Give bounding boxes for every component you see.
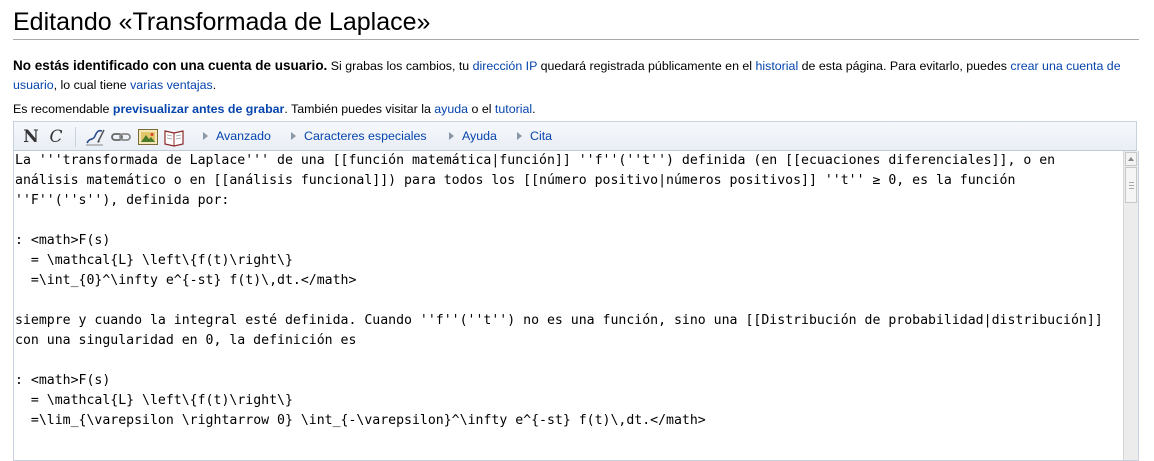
wikitext-editor[interactable]: La '''transformada de Laplace''' de una … — [13, 151, 1139, 461]
toolbar-group-advanced[interactable]: Avanzado — [203, 122, 271, 150]
reference-icon[interactable] — [163, 127, 185, 147]
edit-toolbar: N C Avanzado Caracteres especiales Ayuda… — [13, 121, 1137, 151]
bold-button[interactable]: N — [23, 127, 39, 147]
triangle-right-icon — [449, 132, 454, 140]
hint-text-4: . — [532, 102, 536, 116]
hint-text-1: Es recomendable — [13, 102, 113, 116]
triangle-right-icon — [517, 132, 522, 140]
notice-text-3: de esta página. Para evitarlo, puedes — [798, 59, 1011, 73]
toolbar-group-cite[interactable]: Cita — [517, 122, 552, 150]
toolbar-group-label: Caracteres especiales — [304, 129, 427, 143]
anonymous-notice: No estás identificado con una cuenta de … — [13, 56, 1131, 95]
toolbar-group-label: Avanzado — [216, 129, 271, 143]
preview-hint: Es recomendable previsualizar antes de g… — [13, 100, 1131, 119]
wikitext-content[interactable]: La '''transformada de Laplace''' de una … — [15, 151, 1119, 431]
notice-text-1: Si grabas los cambios, tu — [327, 59, 473, 73]
triangle-right-icon — [203, 132, 208, 140]
page-title: Editando «Transformada de Laplace» — [13, 6, 1139, 40]
toolbar-group-special-characters[interactable]: Caracteres especiales — [291, 122, 427, 150]
notice-text-4: , lo cual tiene — [53, 78, 131, 92]
scroll-up-arrow-icon[interactable] — [1125, 152, 1137, 166]
toolbar-group-help[interactable]: Ayuda — [449, 122, 497, 150]
notice-bold: No estás identificado con una cuenta de … — [13, 58, 328, 73]
notice-text-2: quedará registrada públicamente en el — [537, 59, 756, 73]
help-link[interactable]: ayuda — [434, 102, 468, 116]
tutorial-link[interactable]: tutorial — [495, 102, 532, 116]
triangle-right-icon — [291, 132, 296, 140]
link-icon[interactable] — [110, 127, 132, 147]
notice-text-5: . — [212, 78, 217, 92]
scrollbar-thumb[interactable] — [1125, 167, 1137, 203]
editor-scrollbar[interactable] — [1123, 151, 1138, 460]
toolbar-group-label: Ayuda — [462, 129, 497, 143]
ip-address-link[interactable]: dirección IP — [473, 59, 538, 73]
toolbar-divider — [75, 127, 76, 147]
hint-text-3: o el — [468, 102, 495, 116]
preview-link[interactable]: previsualizar antes de grabar — [113, 102, 284, 116]
advantages-link[interactable]: varias ventajas — [130, 78, 213, 92]
signature-icon[interactable] — [84, 127, 106, 147]
italic-button[interactable]: C — [48, 127, 64, 147]
image-icon[interactable] — [137, 127, 159, 147]
hint-text-2: . También puedes visitar la — [284, 102, 435, 116]
toolbar-group-label: Cita — [530, 129, 553, 143]
history-link[interactable]: historial — [756, 59, 799, 73]
